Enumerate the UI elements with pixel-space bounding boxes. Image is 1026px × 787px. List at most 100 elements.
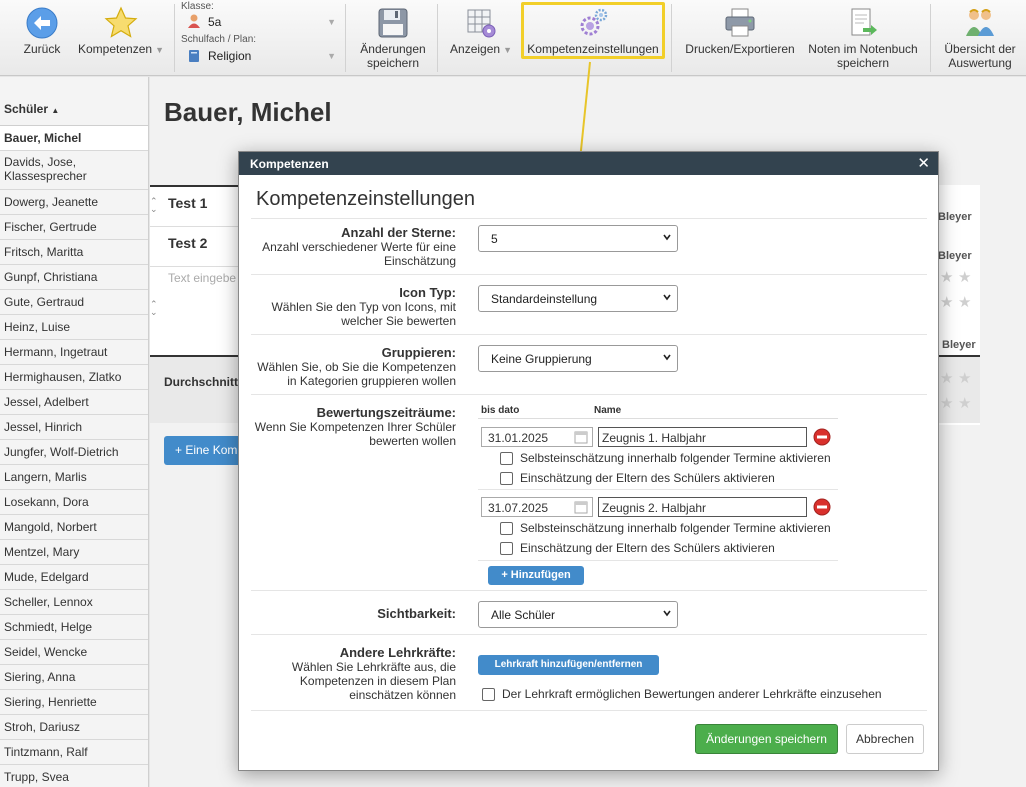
calendar-icon[interactable] [574,500,588,514]
parents-assessment-label: Einschätzung der Eltern des Schülers akt… [520,471,775,485]
student-list-item[interactable]: Hermighausen, Zlatko [0,365,148,390]
text-input-placeholder[interactable]: Text eingebe [168,271,236,285]
teacher-view-label: Der Lehrkraft ermöglichen Bewertungen an… [502,687,882,701]
schulfach-value[interactable]: Religion [208,49,251,63]
calendar-icon[interactable] [574,430,588,444]
cancel-button[interactable]: Abbrechen [846,724,924,754]
star-icon[interactable]: ★ [940,268,953,286]
parents-assessment-option[interactable]: Einschätzung der Eltern des Schülers akt… [500,471,775,485]
noten-line1: Noten im Notenbuch [808,42,918,56]
student-list-item[interactable]: Siering, Anna [0,665,148,690]
star-icon[interactable]: ★ [940,293,953,311]
teachers-label: Andere Lehrkräfte: [339,645,456,660]
student-list-item[interactable]: Tintzmann, Ralf [0,740,148,765]
back-button[interactable]: Zurück [16,0,68,76]
stars-select[interactable]: 5 [478,225,678,252]
save-changes-line1: Änderungen [360,42,426,56]
sort-up-icon: ▲ [51,106,60,115]
toolbar: Zurück Kompetenzen ▼ Klasse: 5a ▼ Schulfa… [0,0,1026,76]
student-list-item[interactable]: Jungfer, Wolf-Dietrich [0,440,148,465]
remove-icon[interactable] [813,428,831,446]
print-export-button[interactable]: Drucken/Exportieren [682,0,798,76]
parents-assessment-checkbox[interactable] [500,471,513,485]
schulfach-label: Schulfach / Plan: [181,34,257,45]
student-list-item[interactable]: Scheller, Lennox [0,590,148,615]
icon-type-value: Standardeinstellung [491,292,598,306]
student-list-item[interactable]: Mangold, Norbert [0,515,148,540]
teacher-view-checkbox[interactable] [482,687,495,701]
manage-teachers-button[interactable]: Lehrkraft hinzufügen/entfernen [478,655,659,675]
student-list-item[interactable]: Dowerg, Jeanette [0,190,148,215]
chevron-down-icon [663,354,671,361]
student-list-item[interactable]: Davids, Jose, Klassesprecher [0,151,148,190]
divider [671,4,672,72]
parents-assessment-option[interactable]: Einschätzung der Eltern des Schülers akt… [500,541,775,555]
back-label: Zurück [23,42,61,56]
remove-icon[interactable] [813,498,831,516]
period-date-input[interactable]: 31.01.2025 [481,427,593,447]
self-assessment-checkbox[interactable] [500,521,513,535]
student-list-item[interactable]: Trupp, Svea [0,765,148,787]
period-date-input[interactable]: 31.07.2025 [481,497,593,517]
klasse-value[interactable]: 5a [208,15,221,29]
self-assessment-option[interactable]: Selbsteinschätzung innerhalb folgender T… [500,521,831,535]
divider [174,4,175,72]
self-assessment-checkbox[interactable] [500,451,513,465]
period-name-input[interactable]: Zeugnis 1. Halbjahr [598,427,807,447]
period-date-value: 31.07.2025 [488,501,549,515]
chevron-down-icon[interactable]: ▼ [327,51,336,61]
period-name-input[interactable]: Zeugnis 2. Halbjahr [598,497,807,517]
kompetenzen-button[interactable]: Kompetenzen ▼ [78,0,164,76]
grid-settings-icon [467,9,496,38]
chevron-down-icon [663,234,671,241]
sort-handle-icon[interactable]: ⌃ ⌄ [150,197,160,214]
kompetenzeinstellungen-button[interactable]: Kompetenzeinstellungen [524,0,662,76]
student-list-item[interactable]: Fritsch, Maritta [0,240,148,265]
student-list-item[interactable]: Jessel, Adelbert [0,390,148,415]
student-list-item[interactable]: Mentzel, Mary [0,540,148,565]
star-icon[interactable]: ★ [958,293,971,311]
star-icon: ★ [940,395,954,412]
save-grades-button[interactable]: Noten im Notenbuch speichern [805,0,921,76]
student-list-item[interactable]: Siering, Henriette [0,690,148,715]
back-arrow-icon [26,7,58,39]
visibility-select[interactable]: Alle Schüler [478,601,678,628]
student-list-item[interactable]: Gunpf, Christiana [0,265,148,290]
col-date-label: bis dato [481,405,520,416]
anzeigen-button[interactable]: Anzeigen ▼ [445,0,517,76]
parents-assessment-checkbox[interactable] [500,541,513,555]
stars-setting-row: Anzahl der Sterne: Anzahl verschiedener … [251,218,927,274]
uebersicht-line2: Auswertung [948,56,1012,70]
save-changes-dialog-button[interactable]: Änderungen speichern [695,724,838,754]
student-list-item[interactable]: Jessel, Hinrich [0,415,148,440]
teacher-view-option[interactable]: Der Lehrkraft ermöglichen Bewertungen an… [482,687,882,701]
icon-type-select[interactable]: Standardeinstellung [478,285,678,312]
save-changes-button[interactable]: Änderungen speichern [354,0,432,76]
group-select[interactable]: Keine Gruppierung [478,345,678,372]
icon-type-desc: Wählen Sie den Typ von Icons, mit welche… [271,300,456,328]
student-list-item[interactable]: Mude, Edelgard [0,565,148,590]
student-list-item[interactable]: Heinz, Luise [0,315,148,340]
chevron-down-icon[interactable]: ▼ [327,17,336,27]
student-header-label: Schüler [4,102,49,116]
add-period-button[interactable]: + Hinzufügen [488,566,584,585]
student-list-item[interactable]: Bauer, Michel [0,126,148,151]
close-icon[interactable]: ✕ [917,154,930,172]
student-list-item[interactable]: Losekann, Dora [0,490,148,515]
star-icon[interactable]: ★ [958,268,971,286]
student-list-item[interactable]: Langern, Marlis [0,465,148,490]
student-list-item[interactable]: Stroh, Dariusz [0,715,148,740]
student-list-header[interactable]: Schüler ▲ [0,77,148,126]
class-plan-selector: Klasse: 5a ▼ Schulfach / Plan: Religion … [176,0,344,76]
evaluation-overview-button[interactable]: Übersicht der Auswertung [938,0,1022,76]
student-list-item[interactable]: Seidel, Wencke [0,640,148,665]
self-assessment-option[interactable]: Selbsteinschätzung innerhalb folgender T… [500,451,831,465]
student-list-item[interactable]: Hermann, Ingetraut [0,340,148,365]
student-list-item[interactable]: Fischer, Gertrude [0,215,148,240]
periods-desc: Wenn Sie Kompetenzen Ihrer Schüler bewer… [254,420,456,448]
periods-label: Bewertungszeiträume: [316,405,456,420]
student-list-item[interactable]: Gute, Gertraud [0,290,148,315]
sort-handle-icon[interactable]: ⌃ ⌄ [150,300,160,317]
chevron-down-icon: ▼ [155,45,164,55]
student-list-item[interactable]: Schmiedt, Helge [0,615,148,640]
